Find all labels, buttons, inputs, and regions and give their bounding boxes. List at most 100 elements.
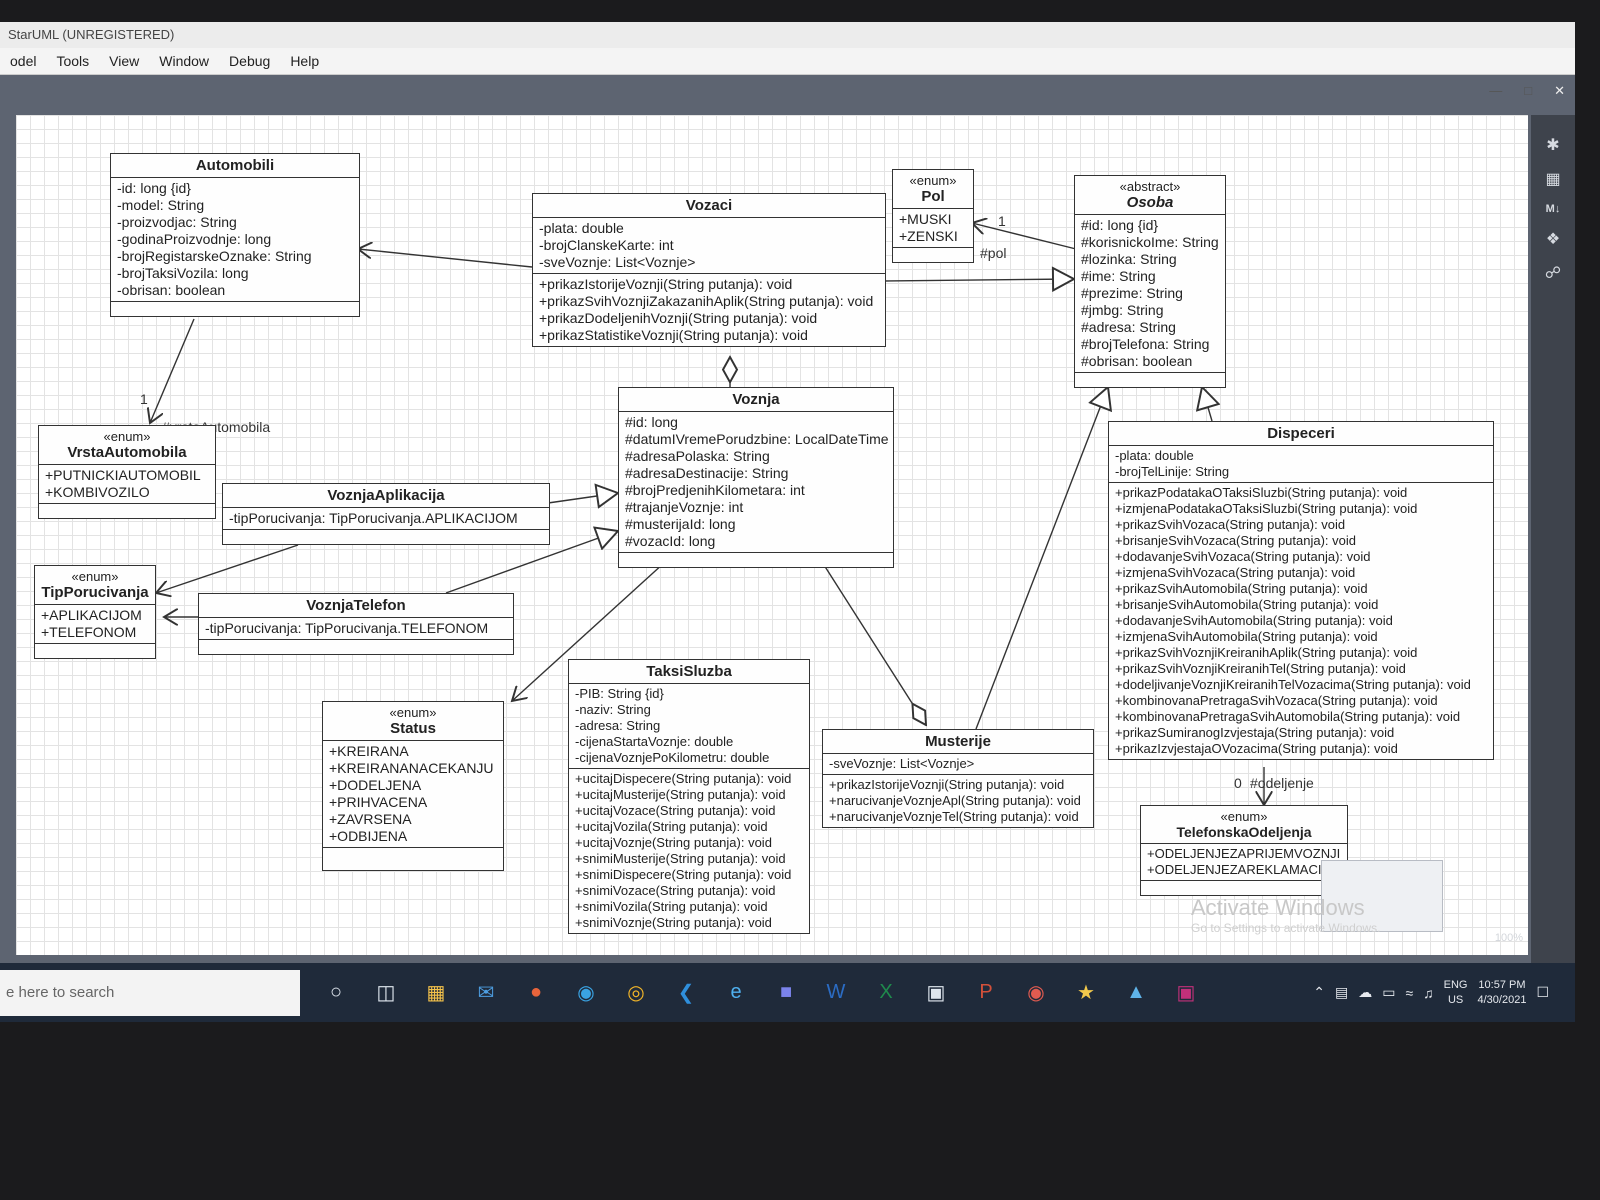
operation: +dodavanjeSvihVozaca(String putanja): vo… bbox=[1115, 549, 1371, 564]
window-controls: — □ ✕ bbox=[1489, 83, 1565, 109]
attribute: #trajanjeVoznje: int bbox=[625, 499, 744, 515]
stereotype: «enum» bbox=[389, 705, 437, 720]
stereotype: «enum» bbox=[103, 429, 151, 444]
mail-icon[interactable]: ✉ bbox=[472, 980, 500, 1005]
class-dispeceri[interactable]: Dispeceri -plata: double -brojTelLinije:… bbox=[1108, 421, 1494, 760]
enum-literal: +KREIRANA bbox=[329, 743, 409, 759]
class-vozaci[interactable]: Vozaci -plata: double -brojClanskeKarte:… bbox=[532, 193, 886, 347]
operation: +izmjenaSvihVozaca(String putanja): void bbox=[1115, 565, 1356, 580]
operation: +snimiMusterije(String putanja): void bbox=[575, 851, 786, 866]
store-icon[interactable]: ▣ bbox=[922, 980, 950, 1005]
operation: +prikazSvihVoznjiZakazanihAplik(String p… bbox=[539, 293, 874, 309]
extensions-icon[interactable]: ✱ bbox=[1546, 135, 1559, 155]
attribute: #prezime: String bbox=[1081, 285, 1183, 301]
menu-view[interactable]: View bbox=[101, 51, 147, 71]
teams-icon[interactable]: ■ bbox=[772, 981, 800, 1004]
class-voznja-telefon[interactable]: VoznjaTelefon -tipPorucivanja: TipPoruci… bbox=[198, 593, 514, 655]
class-name: Vozaci bbox=[685, 197, 733, 214]
operation: +ucitajVoznje(String putanja): void bbox=[575, 835, 772, 850]
remote-icon[interactable]: ▣ bbox=[1172, 980, 1200, 1005]
stereotype: «enum» bbox=[909, 173, 957, 188]
word-icon[interactable]: W bbox=[822, 981, 850, 1004]
enum-pol[interactable]: «enum» Pol +MUSKI +ZENSKI bbox=[892, 169, 974, 263]
enum-status[interactable]: «enum» Status +KREIRANA +KREIRANANACEKAN… bbox=[322, 701, 504, 871]
excel-icon[interactable]: X bbox=[872, 981, 900, 1004]
volume-icon[interactable]: ♫ bbox=[1423, 985, 1434, 1001]
attribute: #obrisan: boolean bbox=[1081, 353, 1193, 369]
attribute: #id: long bbox=[625, 414, 678, 430]
class-name: VoznjaAplikacija bbox=[327, 487, 445, 504]
link-voznja-musterije bbox=[823, 564, 926, 725]
class-name: Automobili bbox=[195, 157, 275, 174]
file-explorer-icon[interactable]: ▦ bbox=[422, 980, 450, 1005]
enum-literal: +KOMBIVOZILO bbox=[45, 484, 150, 500]
powerpoint-icon[interactable]: P bbox=[972, 981, 1000, 1004]
menu-window[interactable]: Window bbox=[151, 51, 217, 71]
task-view-icon[interactable]: ◫ bbox=[372, 980, 400, 1005]
vscode-icon[interactable]: ❮ bbox=[672, 980, 700, 1005]
operations-compartment bbox=[1141, 881, 1347, 895]
diagram-canvas[interactable]: 1 #vrstaAutomobila 1 #pol 0 #odeljenje A… bbox=[16, 115, 1528, 955]
enum-telefonska-odeljenja[interactable]: «enum» TelefonskaOdeljenja +ODELJENJEZAP… bbox=[1140, 805, 1348, 896]
enum-literal: +PUTNICKIAUTOMOBIL bbox=[45, 467, 201, 483]
clock[interactable]: 10:57 PM 4/30/2021 bbox=[1478, 978, 1527, 1008]
chevron-up-icon[interactable]: ⌃ bbox=[1313, 984, 1325, 1001]
abstract-osoba[interactable]: «abstract» Osoba #id: long {id} #korisni… bbox=[1074, 175, 1226, 388]
minimize-icon[interactable]: — bbox=[1489, 83, 1502, 109]
menu-debug[interactable]: Debug bbox=[221, 51, 278, 71]
menu-model[interactable]: odel bbox=[2, 51, 44, 71]
language-indicator[interactable]: ENG US bbox=[1444, 978, 1468, 1008]
attribute: #vozacId: long bbox=[625, 533, 716, 549]
battery-icon[interactable]: ▭ bbox=[1382, 984, 1395, 1001]
operation: +kombinovanaPretragaSvihAutomobila(Strin… bbox=[1115, 709, 1461, 724]
operation: +prikazPodatakaOTaksiSluzbi(String putan… bbox=[1115, 485, 1408, 500]
attribute: -sveVoznje: List<Voznje> bbox=[539, 254, 696, 270]
attribute: -id: long {id} bbox=[117, 180, 191, 196]
operation: +prikazIzvjestajaOVozacima(String putanj… bbox=[1115, 741, 1398, 756]
operations-compartment bbox=[111, 302, 359, 316]
taskbar-search[interactable]: e here to search bbox=[0, 969, 300, 1016]
class-name: Musterije bbox=[925, 733, 991, 750]
chrome-icon[interactable]: ◎ bbox=[622, 980, 650, 1005]
class-name: TelefonskaOdeljenja bbox=[1176, 824, 1312, 840]
language-code: ENG bbox=[1443, 978, 1468, 991]
share-icon[interactable]: ☍ bbox=[1545, 263, 1561, 283]
class-voznja[interactable]: Voznja #id: long #datumIVremePorudzbine:… bbox=[618, 387, 894, 568]
class-automobili[interactable]: Automobili -id: long {id} -model: String… bbox=[110, 153, 360, 317]
enum-tip-porucivanja[interactable]: «enum» TipPorucivanja +APLIKACIJOM +TELE… bbox=[34, 565, 156, 659]
layout-icon[interactable]: ▦ bbox=[1545, 169, 1560, 189]
operations-compartment bbox=[39, 504, 215, 518]
search-placeholder: e here to search bbox=[6, 984, 115, 1001]
edge-icon[interactable]: ◉ bbox=[572, 980, 600, 1005]
cloud-icon[interactable]: ☁ bbox=[1358, 984, 1372, 1001]
class-musterije[interactable]: Musterije -sveVoznje: List<Voznje> +prik… bbox=[822, 729, 1094, 828]
cortana-icon[interactable]: ○ bbox=[322, 981, 350, 1004]
enum-literal: +ZAVRSENA bbox=[329, 811, 412, 827]
attribute: -plata: double bbox=[1115, 448, 1194, 463]
network-icon[interactable]: ▤ bbox=[1335, 984, 1348, 1001]
menu-tools[interactable]: Tools bbox=[48, 51, 97, 71]
wifi-icon[interactable]: ≈ bbox=[1405, 985, 1413, 1001]
photos-icon[interactable]: ▲ bbox=[1122, 981, 1150, 1004]
navigator-icon[interactable]: ❖ bbox=[1546, 229, 1560, 249]
menu-help[interactable]: Help bbox=[282, 51, 327, 71]
maximize-icon[interactable]: □ bbox=[1524, 83, 1532, 109]
close-icon[interactable]: ✕ bbox=[1554, 83, 1565, 109]
staruml-icon[interactable]: ★ bbox=[1072, 980, 1100, 1005]
enum-vrsta-automobila[interactable]: «enum» VrstaAutomobila +PUTNICKIAUTOMOBI… bbox=[38, 425, 216, 519]
operations-compartment bbox=[199, 640, 513, 654]
ie-icon[interactable]: e bbox=[722, 981, 750, 1004]
enum-literal: +MUSKI bbox=[899, 211, 952, 227]
media-icon[interactable]: ● bbox=[522, 981, 550, 1004]
attribute: #brojPredjenihKilometara: int bbox=[625, 482, 805, 498]
class-voznja-aplikacija[interactable]: VoznjaAplikacija -tipPorucivanja: TipPor… bbox=[222, 483, 550, 545]
attribute: -naziv: String bbox=[575, 702, 651, 717]
markdown-icon[interactable]: M↓ bbox=[1546, 203, 1561, 215]
link-automobili-vrsta bbox=[150, 318, 195, 423]
activation-watermark-hint: Go to Settings to activate Windows. bbox=[1191, 921, 1381, 935]
class-taksi-sluzba[interactable]: TaksiSluzba -PIB: String {id} -naziv: St… bbox=[568, 659, 810, 934]
notifications-icon[interactable]: ☐ bbox=[1536, 984, 1549, 1001]
attribute: -brojRegistarskeOznake: String bbox=[117, 248, 312, 264]
operations-compartment bbox=[223, 530, 549, 544]
app-icon[interactable]: ◉ bbox=[1022, 980, 1050, 1005]
